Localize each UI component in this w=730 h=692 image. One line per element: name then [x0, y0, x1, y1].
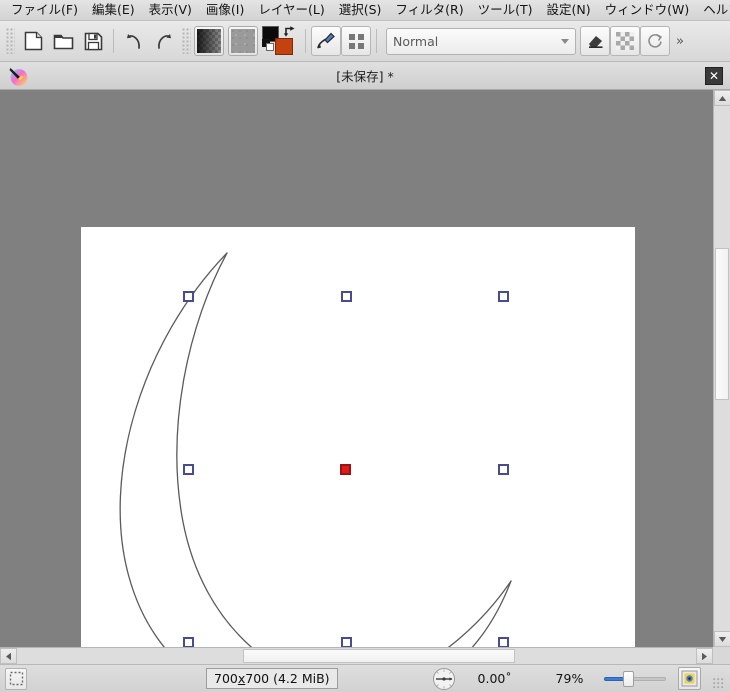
vertical-scroll-thumb[interactable] — [715, 248, 729, 400]
handle-middle-left[interactable] — [183, 464, 194, 475]
scroll-up-button[interactable] — [714, 90, 730, 106]
save-file-button[interactable] — [78, 26, 108, 56]
gradient-swatch-icon — [197, 29, 221, 53]
menu-edit[interactable]: 編集(E) — [85, 0, 142, 20]
checkerboard-icon — [616, 32, 634, 50]
canvas-region — [0, 90, 730, 647]
zoom-slider[interactable] — [603, 670, 666, 687]
brush-tool-button[interactable] — [311, 26, 341, 56]
navigate-preview-button[interactable] — [677, 667, 701, 690]
chevron-down-icon — [561, 38, 569, 44]
horizontal-scroll-track[interactable] — [17, 648, 696, 664]
toolbar-separator-1 — [113, 29, 114, 53]
document-title-bar: [未保存] * ✕ — [0, 62, 730, 90]
pattern-grid-icon — [348, 33, 364, 49]
scroll-right-button[interactable] — [696, 648, 713, 664]
image-size-prefix: 700 — [214, 671, 238, 686]
handle-center[interactable] — [340, 464, 351, 475]
handle-top-right[interactable] — [498, 291, 509, 302]
vertical-scroll-track[interactable] — [714, 106, 730, 631]
reset-circle-icon — [648, 33, 663, 48]
redo-button[interactable] — [149, 26, 179, 56]
scrollbar-corner — [713, 647, 730, 664]
vertical-scrollbar[interactable] — [713, 90, 730, 647]
pattern-grid-button[interactable] — [341, 26, 371, 56]
scroll-down-button[interactable] — [714, 631, 730, 647]
undo-button[interactable] — [119, 26, 149, 56]
main-toolbar: Normal » — [0, 21, 730, 62]
image-size-mnemonic: x — [237, 671, 246, 686]
toolbar-separator-3 — [376, 29, 377, 53]
undo-arrow-icon — [127, 34, 140, 49]
chevron-right-icon — [702, 652, 707, 660]
open-folder-icon — [53, 34, 73, 49]
image-size-suffix: 700 (4.2 MiB) — [245, 671, 330, 686]
navigate-preview-icon — [681, 670, 698, 687]
menu-select[interactable]: 選択(S) — [332, 0, 389, 20]
save-floppy-icon — [84, 32, 102, 50]
gradient-swatch-button[interactable] — [194, 26, 224, 56]
open-file-button[interactable] — [48, 26, 78, 56]
handle-top-center[interactable] — [341, 291, 352, 302]
redo-arrow-icon — [158, 34, 171, 49]
app-brush-palette-icon — [9, 67, 28, 86]
menu-file[interactable]: ファイル(F) — [4, 0, 85, 20]
handle-bottom-center[interactable] — [341, 637, 352, 647]
toolbar-drag-handle[interactable] — [6, 28, 15, 54]
selection-marquee-icon — [9, 671, 23, 686]
menu-filter[interactable]: フィルタ(R) — [388, 0, 470, 20]
menu-tools[interactable]: ツール(T) — [471, 0, 540, 20]
toolbar-separator-2 — [305, 29, 306, 53]
status-bar: 700 x 700 (4.2 MiB) 0.00˚ 79% — [0, 664, 730, 692]
blend-mode-value: Normal — [393, 33, 439, 49]
horizontal-scroll-row — [0, 647, 730, 664]
window-resize-grip[interactable] — [713, 678, 725, 690]
new-document-button[interactable] — [18, 26, 48, 56]
menu-layer[interactable]: レイヤー(L) — [251, 0, 331, 20]
eraser-button[interactable] — [580, 26, 610, 56]
eraser-icon — [588, 35, 602, 48]
application-window: ファイル(F) 編集(E) 表示(V) 画像(I) レイヤー(L) 選択(S) … — [0, 0, 730, 692]
new-document-icon — [24, 31, 42, 51]
chevron-left-icon — [6, 652, 11, 660]
zoom-slider-knob[interactable] — [622, 670, 634, 687]
handle-top-left[interactable] — [183, 291, 194, 302]
swap-colors-icon[interactable] — [283, 25, 296, 38]
menu-windows[interactable]: ウィンドウ(W) — [598, 0, 697, 20]
toolbar-drag-handle-2[interactable] — [182, 28, 191, 54]
zoom-level-value: 79% — [555, 671, 584, 686]
brush-tool-icon — [317, 32, 335, 49]
scroll-left-button[interactable] — [0, 648, 17, 664]
handle-middle-right[interactable] — [498, 464, 509, 475]
handle-bottom-right[interactable] — [498, 637, 509, 647]
pattern-swatch-button[interactable] — [228, 26, 258, 56]
menu-help[interactable]: ヘルプ(H) — [696, 0, 730, 20]
chevron-up-icon — [718, 95, 727, 101]
blend-mode-select[interactable]: Normal — [386, 27, 576, 55]
menu-bar: ファイル(F) 編集(E) 表示(V) 画像(I) レイヤー(L) 選択(S) … — [0, 0, 730, 21]
background-color-swatch[interactable] — [275, 38, 293, 55]
menu-view[interactable]: 表示(V) — [142, 0, 199, 20]
toolbar-overflow-button[interactable]: » — [670, 26, 690, 56]
crescent-moon-path[interactable] — [81, 227, 635, 647]
rotation-dial-icon[interactable] — [432, 667, 456, 691]
reset-button[interactable] — [640, 26, 670, 56]
foreground-background-color-widget[interactable] — [262, 25, 296, 57]
selection-mode-button[interactable] — [5, 667, 27, 690]
menu-image[interactable]: 画像(I) — [199, 0, 251, 20]
default-colors-button[interactable] — [262, 39, 275, 52]
canvas-paper[interactable] — [81, 227, 635, 647]
horizontal-scrollbar[interactable] — [0, 647, 713, 664]
canvas-viewport[interactable] — [0, 90, 713, 647]
rotation-angle-value: 0.00˚ — [477, 671, 512, 686]
document-title: [未保存] * — [336, 69, 394, 84]
checkerboard-button[interactable] — [610, 26, 640, 56]
image-size-field[interactable]: 700 x 700 (4.2 MiB) — [206, 668, 338, 689]
pattern-swatch-icon — [231, 29, 255, 53]
menu-settings[interactable]: 設定(N) — [540, 0, 598, 20]
handle-bottom-left[interactable] — [183, 637, 194, 647]
chevron-down-icon — [718, 636, 727, 642]
close-document-button[interactable]: ✕ — [705, 66, 723, 85]
horizontal-scroll-thumb[interactable] — [243, 649, 515, 663]
